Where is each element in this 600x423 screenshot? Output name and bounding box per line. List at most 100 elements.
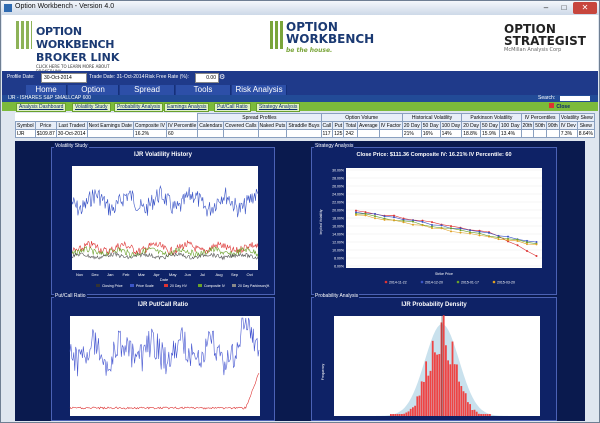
volatility-chart-title: IJR Volatility History: [134, 152, 192, 158]
menu-spread-profiles[interactable]: Spread Profiles: [120, 85, 175, 104]
skew-point: [393, 216, 395, 219]
tab-probability-analysis[interactable]: Probability Analysis: [114, 103, 164, 112]
column-header[interactable]: Straddle Buys: [286, 121, 322, 130]
column-header[interactable]: 50 Day: [420, 121, 441, 130]
volatility-history-chart: Nov Dec Jan Feb Mar Apr May Jun Jul Aug Sep OctDate…: [71, 166, 270, 288]
skew-point: [497, 236, 500, 239]
histogram-bar: [409, 408, 412, 416]
close-tabs-button[interactable]: Close: [549, 103, 570, 111]
histogram-bar: [420, 381, 423, 416]
banner: OPTION WORKBENCH BROKER LINK CLICK HERE …: [2, 15, 598, 74]
histogram-bar: [416, 396, 419, 416]
x-tick-label: Aug: [216, 272, 223, 277]
column-header[interactable]: Average: [357, 121, 380, 130]
histogram-bar: [407, 411, 410, 416]
strategy-chart-title: Close Price: $111.36 Composite IV: 16.21…: [356, 152, 512, 158]
y-tick-label: 6.00%: [334, 265, 344, 269]
histogram-bar: [396, 414, 399, 416]
y-tick-label: 8.00%: [334, 257, 344, 261]
settings-gear-icon[interactable]: ⚙: [219, 73, 225, 81]
column-header[interactable]: 50th: [533, 121, 547, 130]
column-header[interactable]: 90th: [545, 121, 560, 130]
menu-risk-analysis[interactable]: Risk Analysis: [232, 85, 287, 95]
skew-point: [364, 214, 367, 217]
column-header[interactable]: IV Factor: [378, 121, 403, 130]
legend-label: Price Scale: [136, 284, 154, 288]
table-cell: [86, 129, 134, 138]
legend-label: 20 Day Parkinson(H-L): [238, 284, 270, 288]
minimize-button[interactable]: –: [537, 2, 555, 14]
column-header[interactable]: 50 Day: [480, 121, 500, 130]
histogram-bar: [445, 345, 447, 416]
column-header[interactable]: Next Earnings Date: [86, 121, 134, 130]
profile-date-select[interactable]: 30-Oct-2014: [41, 73, 87, 83]
column-header[interactable]: Composite IV: [132, 121, 167, 130]
histogram-bar: [471, 410, 474, 416]
menu-home[interactable]: Home: [26, 85, 67, 95]
risk-free-input[interactable]: 0.00: [195, 73, 219, 83]
column-header[interactable]: 20 Day: [461, 121, 482, 130]
tab-analysis-dashboard[interactable]: Analysis Dashboard: [16, 103, 67, 112]
y-tick-label: 16.00%: [332, 225, 344, 229]
histogram-bar: [442, 315, 445, 416]
probability-analysis-panel: Probability Analysis IJR Probability Den…: [311, 293, 557, 421]
skew-point: [383, 215, 386, 218]
table-cell: [223, 129, 259, 138]
skew-point: [507, 235, 509, 238]
column-header[interactable]: 20th: [520, 121, 535, 130]
iv-percentiles-header: IV Percentiles: [520, 113, 560, 122]
column-header[interactable]: Last Traded: [55, 121, 88, 130]
histogram-bar: [482, 414, 485, 416]
skew-point: [440, 227, 443, 230]
pcr-plot-area: [70, 316, 260, 416]
table-cell: 30-Oct-2014: [55, 129, 88, 138]
column-header[interactable]: 100 Day: [439, 121, 463, 130]
column-header[interactable]: 100 Day: [498, 121, 522, 130]
table-cell: [378, 129, 403, 138]
search-input[interactable]: [560, 96, 590, 101]
skew-point: [393, 219, 395, 222]
column-header[interactable]: Price: [34, 121, 57, 130]
y-tick-label: 12.00%: [332, 241, 344, 245]
skew-point: [535, 241, 538, 244]
column-header[interactable]: IV Dev: [558, 121, 578, 130]
menu-option-profiles[interactable]: Option Profiles: [68, 85, 119, 104]
column-header[interactable]: Total: [343, 121, 359, 130]
column-header[interactable]: Skew: [576, 121, 595, 130]
close-window-button[interactable]: ✕: [573, 2, 597, 14]
column-header[interactable]: Naked Puts: [257, 121, 288, 130]
histogram-bar: [436, 354, 438, 416]
column-header[interactable]: Calendars: [197, 121, 225, 130]
table-cell: 13.4%: [498, 129, 522, 138]
column-header[interactable]: Put: [332, 121, 345, 130]
tab-earnings-analysis[interactable]: Earnings Analysis: [164, 103, 210, 112]
histogram-bar: [401, 414, 403, 416]
histogram-bar: [484, 414, 487, 416]
column-header[interactable]: IV Percentile: [165, 121, 199, 130]
table-cell: [357, 129, 380, 138]
column-header[interactable]: Symbol: [15, 121, 36, 130]
brokerlink-logo[interactable]: OPTION WORKBENCH BROKER LINK CLICK HERE …: [16, 21, 126, 74]
skew-point: [535, 243, 538, 246]
x-tick-label: Sep: [231, 272, 239, 277]
histogram-bar: [394, 414, 397, 416]
legend-swatch: [232, 284, 236, 287]
search-label: Search:: [538, 95, 556, 101]
histogram-bar: [489, 414, 491, 416]
tab-strategy-analysis[interactable]: Strategy Analysis: [256, 103, 301, 112]
table-cell: 117: [320, 129, 334, 138]
maximize-button[interactable]: □: [555, 2, 573, 14]
strategist-logo-line2: STRATEGIST: [504, 34, 586, 48]
histogram-bar: [390, 414, 392, 416]
y-tick-label: 14.00%: [332, 233, 344, 237]
tab-volatility-study[interactable]: Volatility Study: [72, 103, 111, 112]
column-header[interactable]: Call: [320, 121, 334, 130]
table-row[interactable]: IJR $109.87 30-Oct-2014 16.2% 60 117 125 242 21%…: [15, 129, 595, 138]
skew-point: [535, 255, 538, 258]
column-header[interactable]: 20 Day: [401, 121, 422, 130]
probability-chart-title: IJR Probability Density: [401, 302, 467, 308]
probability-density-chart: Frequency: [321, 315, 540, 416]
column-header[interactable]: Covered Calls: [223, 121, 259, 130]
tab-put-call-ratio[interactable]: Put/Call Ratio: [214, 103, 251, 112]
menu-tools[interactable]: Tools: [176, 85, 231, 95]
